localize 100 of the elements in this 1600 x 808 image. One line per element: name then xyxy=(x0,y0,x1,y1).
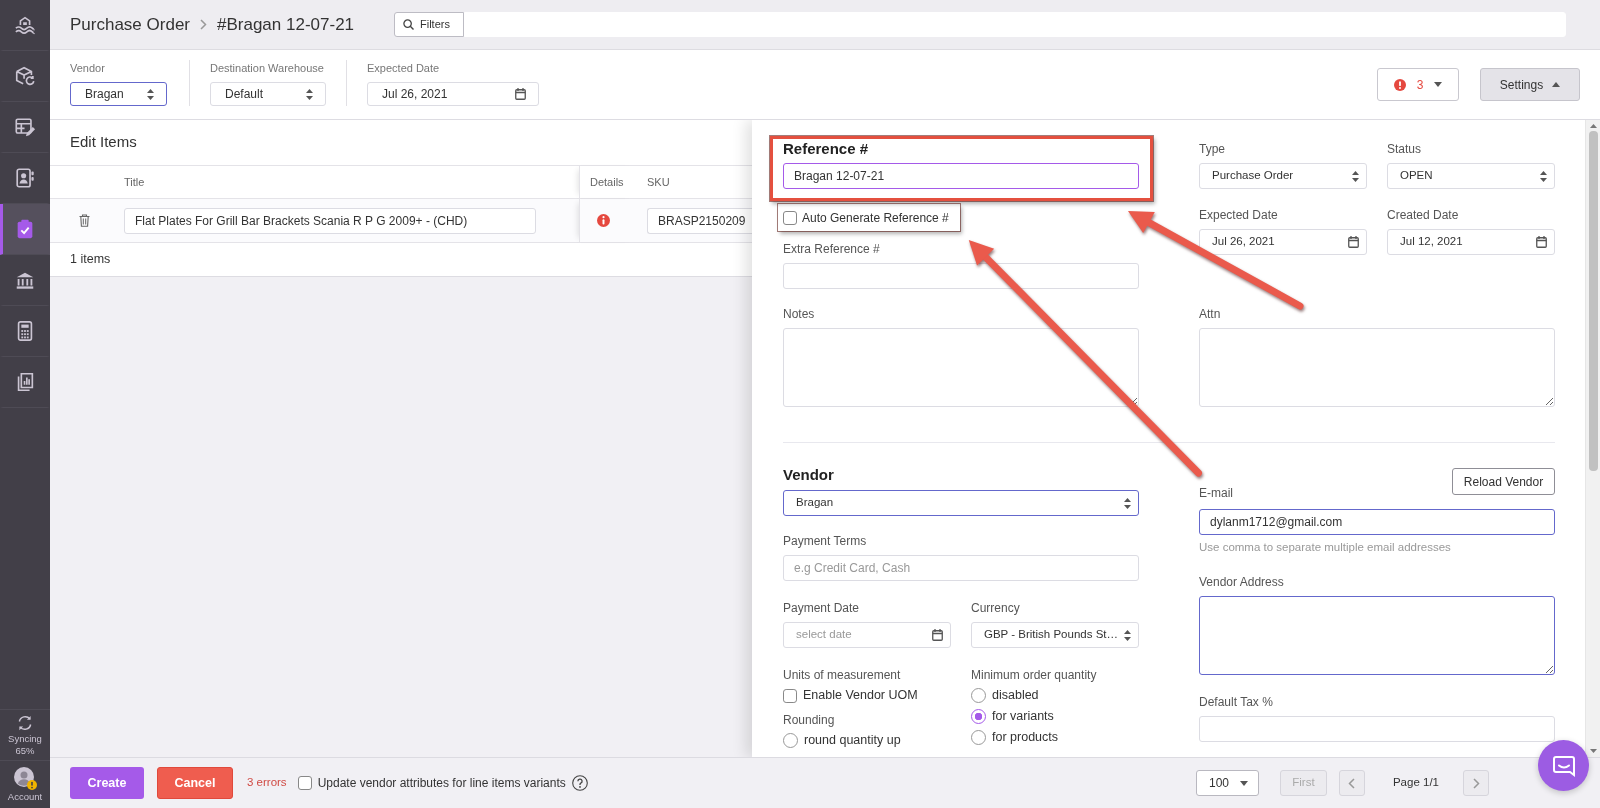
trash-icon[interactable] xyxy=(79,214,90,227)
field-label: Expected Date xyxy=(1199,207,1279,223)
field-label: Created Date xyxy=(1387,207,1460,223)
date-field[interactable]: Jul 26, 2021 xyxy=(1199,229,1367,255)
column-header: SKU xyxy=(647,174,670,190)
filters-button[interactable]: Filters xyxy=(394,12,464,37)
breadcrumb-link[interactable]: Purchase Order xyxy=(70,11,190,38)
page-indicator: Page 1/1 xyxy=(1392,775,1439,791)
field-label: Minimum order quantity xyxy=(971,667,1098,683)
help-icon[interactable] xyxy=(571,775,588,791)
email-input[interactable]: dylanm1712@gmail.com xyxy=(1199,509,1555,535)
field-label: Extra Reference # xyxy=(783,241,881,257)
waves-icon xyxy=(14,14,36,36)
text-field[interactable] xyxy=(1199,716,1555,742)
settings-button[interactable]: Settings xyxy=(1480,68,1580,101)
field-label: Rounding xyxy=(783,712,836,728)
field-label: E-mail xyxy=(1199,485,1233,501)
field-label: Type xyxy=(1199,141,1226,157)
reference-input[interactable]: Bragan 12-07-21 xyxy=(783,163,1139,189)
field-label: Expected Date xyxy=(367,61,441,76)
calendar-icon xyxy=(932,629,943,641)
checkbox-label: Enable Vendor UOM xyxy=(803,687,918,705)
caret-up-icon xyxy=(1552,82,1561,87)
chevron-right-icon xyxy=(1472,777,1480,789)
field-label: Status xyxy=(1387,141,1423,157)
field-label: Vendor Address xyxy=(1199,574,1285,590)
field-label: Default Tax % xyxy=(1199,694,1274,710)
calendar-icon xyxy=(1348,236,1359,248)
field-label: Destination Warehouse xyxy=(210,61,325,76)
chat-icon xyxy=(1551,753,1576,778)
checkbox[interactable] xyxy=(783,210,797,225)
notes-textarea[interactable] xyxy=(783,328,1139,407)
checkbox-label: Update vendor attributes for line items variants xyxy=(317,775,566,792)
title-input[interactable]: Flat Plates For Grill Bar Brackets Scania R P G 2009+ - (CHD) xyxy=(124,207,536,234)
text-field[interactable] xyxy=(783,263,1139,289)
caret-down-icon xyxy=(1239,780,1248,786)
section-title: Edit Items xyxy=(70,132,137,153)
scroll-up-icon[interactable] xyxy=(1589,124,1597,128)
page-title: #Bragan 12-07-21 xyxy=(217,13,355,36)
field-label: Payment Date xyxy=(783,600,861,616)
checkbox-label: Auto Generate Reference # xyxy=(802,209,949,227)
search-icon xyxy=(403,19,414,30)
checkbox[interactable] xyxy=(783,688,797,703)
field-label: Units of measurement xyxy=(783,667,902,683)
field-label: Vendor xyxy=(70,61,106,76)
column-header: Details xyxy=(590,174,624,190)
chevron-right-icon xyxy=(200,19,207,30)
sync-icon xyxy=(16,714,34,732)
checkbox[interactable] xyxy=(297,776,312,790)
alert-icon xyxy=(1393,78,1406,91)
chevron-left-icon xyxy=(1348,777,1356,789)
errors-button[interactable]: 3 xyxy=(1377,68,1459,101)
page-size-select[interactable]: 100 xyxy=(1195,770,1259,796)
sort-arrows-icon xyxy=(1540,170,1547,182)
date-field[interactable]: Jul 26, 2021 xyxy=(367,82,539,106)
scrollbar-thumb[interactable] xyxy=(1588,131,1598,471)
radio-button[interactable] xyxy=(971,730,986,745)
sort-arrows-icon xyxy=(147,88,154,100)
select-field[interactable]: Bragan xyxy=(70,82,167,106)
sort-arrows-icon xyxy=(1124,497,1131,509)
date-field[interactable]: Jul 12, 2021 xyxy=(1387,229,1555,255)
radio-button[interactable] xyxy=(783,733,798,748)
sort-arrows-icon xyxy=(306,88,313,100)
field-label: Reference # xyxy=(783,139,870,159)
radio-button[interactable] xyxy=(971,688,986,703)
radio-button[interactable] xyxy=(971,709,986,724)
box-refresh-icon xyxy=(14,65,36,87)
text-field[interactable]: e.g Credit Card, Cash xyxy=(783,555,1139,581)
field-label: Notes xyxy=(783,306,816,322)
create-button[interactable]: Create xyxy=(70,767,144,799)
sku-input[interactable]: BRASP2150209 xyxy=(647,207,752,234)
contact-book-icon xyxy=(14,167,36,189)
sort-arrows-icon xyxy=(1124,629,1131,641)
select-field[interactable]: Default xyxy=(210,82,326,106)
help-text: Use comma to separate multiple email addresses xyxy=(1199,540,1452,555)
radio-label: disabled xyxy=(992,687,1039,705)
reload-vendor-button[interactable]: Reload Vendor xyxy=(1452,468,1555,495)
address-textarea[interactable] xyxy=(1199,596,1555,675)
field-label: Attn xyxy=(1199,306,1222,322)
scroll-down-icon[interactable] xyxy=(1589,749,1597,753)
vendor-select[interactable]: Bragan xyxy=(783,490,1139,516)
search-field[interactable] xyxy=(464,12,1566,37)
select-field[interactable]: GBP - British Pounds St… xyxy=(971,622,1139,648)
sort-arrows-icon xyxy=(1352,170,1359,182)
select-field[interactable]: OPEN xyxy=(1387,163,1555,189)
radio-label: for variants xyxy=(992,708,1054,726)
section-heading: Vendor xyxy=(783,465,835,485)
error-count: 3 errors xyxy=(247,775,287,791)
column-header: Title xyxy=(124,174,145,190)
radio-label: round quantity up xyxy=(804,732,901,750)
field-label: Currency xyxy=(971,600,1021,616)
select-field[interactable]: Purchase Order xyxy=(1199,163,1367,189)
field-label: Payment Terms xyxy=(783,533,868,549)
caret-down-icon xyxy=(1434,82,1443,87)
sync-percent-label: 65% xyxy=(15,746,35,756)
scrollbar-track[interactable] xyxy=(1585,120,1600,757)
table-edit-icon xyxy=(14,116,36,138)
radio-label: for products xyxy=(992,729,1058,747)
sync-label: Syncing xyxy=(8,734,42,744)
item-count: 1 items xyxy=(69,251,111,269)
